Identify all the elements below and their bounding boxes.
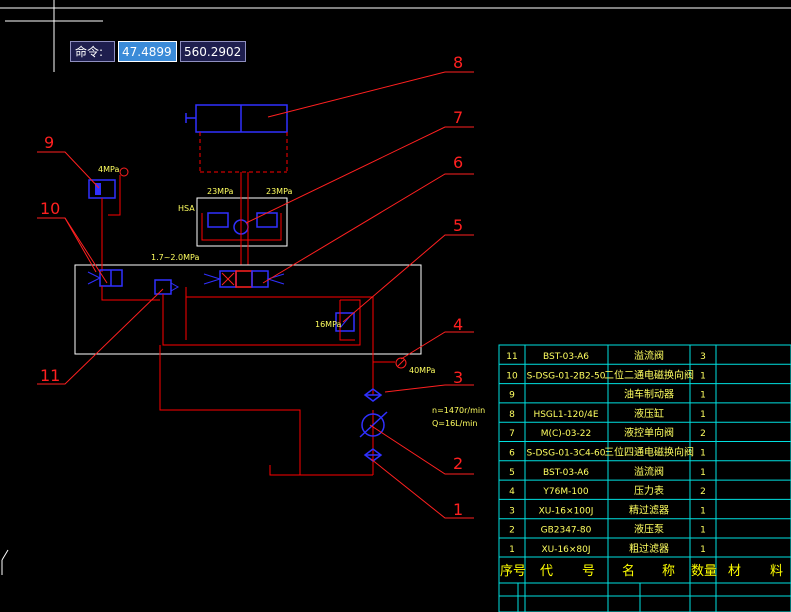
- bom-header-code1: 代: [540, 564, 553, 579]
- pressure-label-9: 4MPa: [98, 165, 119, 174]
- coordinate-x-input[interactable]: 47.4899: [118, 41, 177, 62]
- bom-cell-qty: 1: [700, 410, 706, 420]
- bom-cell-code: S-DSG-01-3C4-60: [527, 449, 606, 459]
- bom-cell-name: 液控单向阀: [624, 426, 674, 439]
- solenoid-valve-10: [87, 269, 123, 287]
- manifold-block: [74, 264, 422, 355]
- pump-group: [359, 388, 388, 462]
- bom-cell-name: 粗过滤器: [629, 542, 669, 555]
- bom-cell-qty: 3: [700, 352, 706, 362]
- bom-cell-no: 10: [506, 371, 518, 381]
- bom-cell-code: XU-16×100J: [539, 506, 594, 516]
- directional-valve-6: [203, 270, 285, 288]
- bom-cell-qty: 1: [700, 506, 706, 516]
- bom-cell-name: 三位四通电磁换向阀: [604, 446, 694, 459]
- valve-7-tag: HSA: [178, 204, 195, 213]
- bom-header-name1: 名: [622, 563, 635, 579]
- bom-cell-no: 11: [506, 352, 517, 362]
- callout-6: 6: [453, 153, 463, 172]
- bom-cell-code: HSGL1-120/4E: [533, 410, 598, 420]
- callout-9: 9: [44, 133, 54, 152]
- callout-5: 5: [453, 216, 463, 235]
- bom-cell-name: 油车制动器: [624, 388, 674, 401]
- bom-cell-code: GB2347-80: [541, 526, 592, 536]
- bom-cell-qty: 1: [700, 449, 706, 459]
- bom-cell-name: 溢流阀: [634, 349, 664, 362]
- pressure-gauge-4: [395, 357, 407, 369]
- bom-cell-no: 3: [509, 506, 515, 516]
- bom-header-no: 序号: [500, 564, 526, 579]
- pump-flow-label: Q=16L/min: [432, 419, 477, 428]
- bom-cell-code: XU-16×80J: [541, 545, 590, 555]
- callout-leaders: [37, 71, 474, 519]
- bom-cell-no: 5: [509, 468, 515, 478]
- bom-header-mat1: 材: [728, 564, 741, 579]
- bom-cell-code: Y76M-100: [542, 487, 588, 497]
- bom-cell-code: BST-03-A6: [543, 352, 589, 362]
- pump-speed-label: n=1470r/min: [432, 406, 485, 415]
- pressure-label-5: 16MPa: [315, 320, 342, 329]
- bom-cell-name: 精过滤器: [629, 503, 669, 516]
- callout-2: 2: [453, 454, 463, 473]
- callout-8: 8: [453, 53, 463, 72]
- bom-cell-no: 2: [509, 526, 515, 536]
- pressure-label-7b: 23MPa: [266, 187, 293, 196]
- command-prompt-label: 命令:: [70, 41, 115, 62]
- bom-cell-qty: 2: [700, 487, 706, 497]
- callout-11: 11: [40, 366, 60, 385]
- bom-cell-qty: 1: [700, 545, 706, 555]
- bom-header-mat2: 料: [770, 564, 783, 579]
- hydraulic-lines: [101, 286, 395, 476]
- bom-cell-name: 液压缸: [634, 407, 664, 420]
- bom-table: 11 BST-03-A6 溢流阀 310 S-DSG-01-2B2-50二位二通电磁换向…: [498, 344, 791, 612]
- cad-drawing-canvas[interactable]: 8 7 6 5 4 3 2 1 9 10 11 4MPa 23MPa 23MPa…: [0, 0, 791, 612]
- bom-cell-code: S-DSG-01-2B2-50: [527, 371, 606, 381]
- bom-cell-qty: 2: [700, 429, 706, 439]
- bom-cell-qty: 1: [700, 391, 706, 401]
- bom-cell-qty: 1: [700, 371, 706, 381]
- relief-valve-11: [154, 279, 180, 295]
- callout-3: 3: [453, 368, 463, 387]
- bom-cell-no: 1: [509, 545, 515, 555]
- bom-cell-name: 溢流阀: [634, 465, 664, 478]
- bom-header-name2: 称: [662, 564, 675, 579]
- bom-cell-code: M(C)-03-22: [541, 429, 591, 439]
- pressure-range-label: 1.7~2.0MPa: [151, 253, 200, 262]
- bom-cell-qty: 1: [700, 468, 706, 478]
- bom-cell-no: 4: [509, 487, 515, 497]
- bom-cell-name: 压力表: [634, 484, 664, 497]
- bom-cell-name: 液压泵: [634, 523, 664, 536]
- bom-cell-no: 8: [509, 410, 515, 420]
- bom-cell-name: 二位二通电磁换向阀: [604, 368, 694, 381]
- bom-cell-no: 6: [509, 449, 515, 459]
- bom-cell-no: 9: [509, 391, 515, 401]
- callout-1: 1: [453, 500, 463, 519]
- bom-cell-qty: 1: [700, 526, 706, 536]
- bom-header-qty: 数量: [691, 564, 717, 579]
- bom-header: 序号 代 号 名 称 数量 材 料: [500, 563, 783, 579]
- bom-cell-no: 7: [509, 429, 515, 439]
- coordinate-y-input[interactable]: 560.2902: [180, 41, 246, 62]
- callout-7: 7: [453, 108, 463, 127]
- hydraulic-cylinder-8: [185, 104, 288, 173]
- ucs-icon: [1, 549, 9, 575]
- callout-4: 4: [453, 315, 463, 334]
- pressure-label-4: 40MPa: [409, 366, 436, 375]
- pilot-check-valves-7: [196, 172, 288, 265]
- bom-header-code2: 号: [582, 564, 595, 579]
- pressure-label-7a: 23MPa: [207, 187, 234, 196]
- callout-10: 10: [40, 199, 60, 218]
- bom-cell-code: BST-03-A6: [543, 468, 589, 478]
